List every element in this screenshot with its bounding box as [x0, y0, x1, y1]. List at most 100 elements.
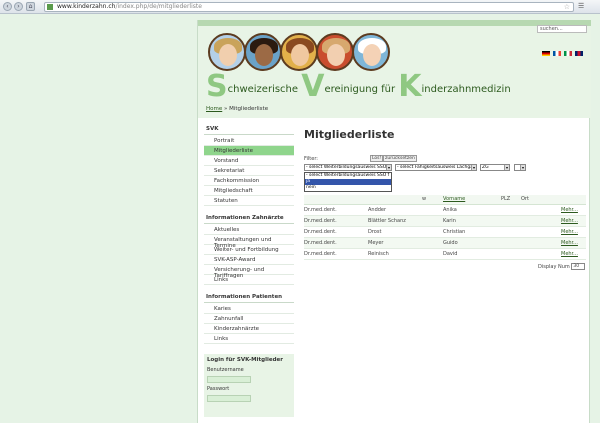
- breadcrumb-current: Mitgliederliste: [229, 106, 269, 112]
- url-path: /index.php/de/mitgliederliste: [115, 3, 202, 10]
- sidebar-item-karies[interactable]: Karies: [204, 304, 294, 314]
- more-link[interactable]: Mehr...: [561, 226, 586, 238]
- cell-plz: [501, 204, 521, 216]
- site-favicon-icon: [47, 4, 53, 10]
- sidebar-item-links-patienten[interactable]: Links: [204, 334, 294, 344]
- header-top-strip: [198, 20, 591, 26]
- language-flags: [542, 41, 586, 60]
- more-link[interactable]: Mehr...: [561, 248, 586, 260]
- sidebar-heading-svk: SVK: [204, 124, 294, 135]
- forward-arrow-icon[interactable]: ›: [14, 2, 23, 11]
- search-input[interactable]: suchen...: [537, 25, 587, 33]
- sidebar-heading-zahnaerzte: Informationen Zahnärzte: [204, 213, 294, 224]
- back-arrow-icon[interactable]: ‹: [3, 2, 12, 11]
- chevron-down-icon: ▾: [386, 165, 391, 170]
- more-link[interactable]: Mehr...: [561, 215, 586, 227]
- sidebar-item-kinderzahnaerzte[interactable]: Kinderzahnärzte: [204, 324, 294, 334]
- select-lachgas[interactable]: - select Fähigkeitsausweis Lachgas ▾: [395, 164, 477, 171]
- en-flag-icon[interactable]: [575, 51, 583, 56]
- header-photo-2: [244, 33, 282, 71]
- sidebar-item-weiterbildung[interactable]: Weiter- und Fortbildung: [204, 245, 294, 255]
- table-row: Dr.med.dent. Andder Anika Mehr...: [304, 204, 586, 216]
- main-content: Mitgliederliste Filter: Los! zurücksetze…: [304, 124, 586, 270]
- login-heading: Login für SVK-Mitglieder: [207, 357, 283, 363]
- title-word-1: chweizerische: [227, 84, 302, 95]
- dropdown-option[interactable]: nein: [305, 185, 391, 191]
- cell-plz: [501, 248, 521, 260]
- password-label: Passwort: [207, 386, 230, 392]
- cell-title: Dr.med.dent.: [304, 215, 368, 227]
- login-box: Login für SVK-Mitglieder Benutzername Pa…: [204, 354, 294, 417]
- cell-name: Drost: [368, 226, 443, 238]
- title-letter-v: V: [301, 69, 325, 104]
- header-photo-1: [208, 33, 246, 71]
- breadcrumb: Home » Mitgliederliste: [206, 106, 268, 112]
- filter-label: Filter:: [304, 156, 318, 162]
- select-lachgas-value: - select Fähigkeitsausweis Lachgas: [397, 165, 476, 170]
- breadcrumb-home-link[interactable]: Home: [206, 106, 222, 112]
- select-extra[interactable]: ▾: [514, 164, 526, 171]
- sidebar-item-aktuelles[interactable]: Aktuelles: [204, 225, 294, 235]
- cell-name: Meyer: [368, 237, 443, 249]
- sidebar-item-award[interactable]: SVK-ASP-Award: [204, 255, 294, 265]
- filter-reset-button[interactable]: zurücksetzen: [383, 155, 417, 162]
- more-link[interactable]: Mehr...: [561, 204, 586, 216]
- column-header-name[interactable]: w: [368, 195, 443, 205]
- column-header-vorname[interactable]: Vorname: [443, 195, 501, 205]
- sidebar: SVK Portrait Mitgliederliste Vorstand Se…: [204, 124, 294, 417]
- address-bar[interactable]: www.kinderzahn.ch/index.php/de/mitgliede…: [44, 2, 574, 12]
- bookmark-star-icon[interactable]: ☆: [564, 3, 570, 11]
- cell-name: Reinisch: [368, 248, 443, 260]
- menu-icon[interactable]: ☰: [578, 2, 596, 11]
- it-flag-icon[interactable]: [564, 51, 572, 56]
- filter-go-button[interactable]: Los!: [370, 155, 384, 162]
- sidebar-heading-patienten: Informationen Patienten: [204, 292, 294, 303]
- sidebar-item-vorstand[interactable]: Vorstand: [204, 156, 294, 166]
- sidebar-item-mitgliedschaft[interactable]: Mitgliedschaft: [204, 186, 294, 196]
- password-field[interactable]: [207, 395, 251, 402]
- title-word-2: ereinigung für: [324, 84, 399, 95]
- cell-vorname: David: [443, 248, 501, 260]
- cell-plz: [501, 226, 521, 238]
- page-title: Mitgliederliste: [304, 128, 395, 141]
- de-flag-icon[interactable]: [542, 51, 550, 56]
- cell-vorname: Guido: [443, 237, 501, 249]
- display-num-select[interactable]: 30: [571, 263, 586, 270]
- cell-plz: [501, 215, 521, 227]
- select-weiterbildung-value: - select Weiterbildungsausweis SSO f: [306, 165, 390, 170]
- cell-ort: [521, 215, 561, 227]
- sidebar-item-links-zahnaerzte[interactable]: Links: [204, 275, 294, 285]
- sidebar-item-sekretariat[interactable]: Sekretariat: [204, 166, 294, 176]
- sidebar-item-veranstaltungen[interactable]: Veranstaltungen und Termine: [204, 235, 294, 249]
- header-photo-3: [280, 33, 318, 71]
- sidebar-item-mitgliederliste[interactable]: Mitgliederliste: [204, 146, 294, 156]
- sidebar-item-versicherung[interactable]: Versicherung- und Tariffragen: [204, 265, 294, 279]
- cell-vorname: Karin: [443, 215, 501, 227]
- select-canton-value: ZG: [482, 165, 489, 170]
- display-num: Display Num 30: [538, 263, 586, 270]
- chevron-down-icon: ▾: [504, 165, 509, 170]
- cell-name: Blättler Schanz: [368, 215, 443, 227]
- sidebar-item-statuten[interactable]: Statuten: [204, 196, 294, 206]
- sidebar-item-zahnunfall[interactable]: Zahnunfall: [204, 314, 294, 324]
- username-field[interactable]: [207, 376, 251, 383]
- title-word-3: inderzahnmedizin: [421, 84, 511, 95]
- sidebar-item-fachkommission[interactable]: Fachkommission: [204, 176, 294, 186]
- sidebar-item-portrait[interactable]: Portrait: [204, 136, 294, 146]
- members-table-body: Dr.med.dent. Andder Anika Mehr... Dr.med.den…: [304, 204, 586, 260]
- cell-ort: [521, 248, 561, 260]
- table-row: Dr.med.dent. Blättler Schanz Karin Mehr...: [304, 215, 586, 227]
- table-row: Dr.med.dent. Drost Christian Mehr...: [304, 226, 586, 238]
- chevron-down-icon: ▾: [520, 165, 525, 170]
- username-label: Benutzername: [207, 367, 244, 373]
- column-header-more: [561, 195, 586, 205]
- select-weiterbildung[interactable]: - select Weiterbildungsausweis SSO f ▾: [304, 164, 392, 171]
- column-header-plz: PLZ: [501, 195, 521, 205]
- select-canton[interactable]: ZG ▾: [480, 164, 510, 171]
- home-icon[interactable]: ⌂: [26, 2, 35, 11]
- cell-title: Dr.med.dent.: [304, 248, 368, 260]
- more-link[interactable]: Mehr...: [561, 237, 586, 249]
- fr-flag-icon[interactable]: [553, 51, 561, 56]
- table-row: Dr.med.dent. Meyer Guido Mehr...: [304, 237, 586, 249]
- column-header-ort: Ort: [521, 195, 561, 205]
